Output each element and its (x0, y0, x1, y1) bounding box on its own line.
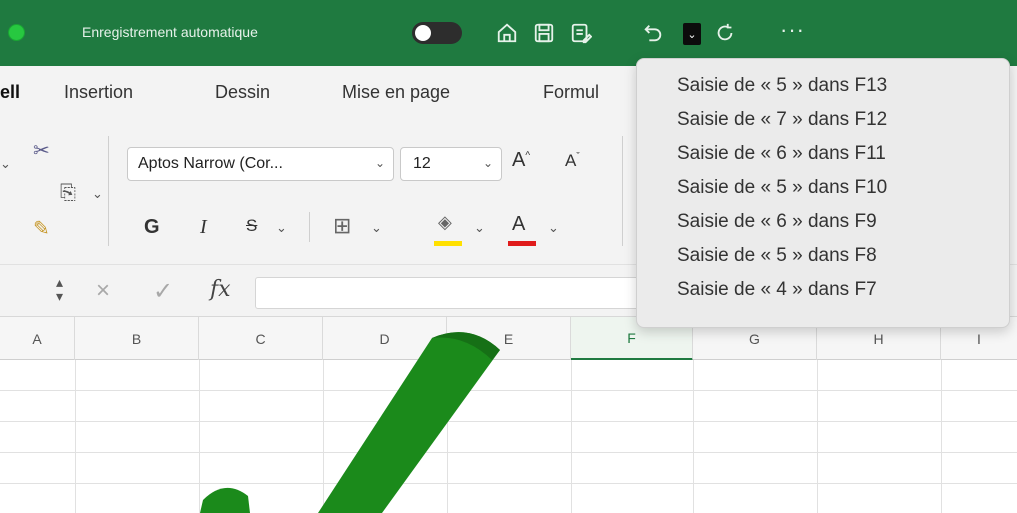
toggle-knob (415, 25, 431, 41)
undo-history-item[interactable]: Saisie de « 5 » dans F8 (677, 239, 1009, 273)
column-header-c[interactable]: C (199, 317, 323, 361)
undo-history-item[interactable]: Saisie de « 5 » dans F13 (677, 69, 1009, 103)
column-line (75, 360, 76, 513)
chevron-down-icon: ⌄ (374, 156, 385, 170)
italic-button[interactable]: I (200, 216, 207, 239)
undo-history-item[interactable]: Saisie de « 6 » dans F9 (677, 205, 1009, 239)
function-icon[interactable]: fx (210, 277, 231, 302)
home-icon[interactable] (494, 20, 520, 46)
chevron-down-icon[interactable]: ⌄ (276, 220, 287, 236)
window-zoom-button[interactable] (8, 24, 25, 41)
font-name-value: Aptos Narrow (Cor... (138, 155, 283, 172)
shrink-font-icon: A (565, 151, 577, 170)
bold-button[interactable]: G (144, 216, 160, 239)
column-line (941, 360, 942, 513)
tab-insertion[interactable]: Insertion (64, 82, 133, 103)
font-name-select[interactable]: Aptos Narrow (Cor... ⌄ (127, 147, 394, 181)
redo-icon[interactable] (712, 20, 738, 46)
font-color-swatch (508, 241, 536, 246)
shrink-font-button[interactable]: Aˇ (565, 151, 580, 171)
autosave-toggle[interactable] (412, 22, 462, 44)
save-as-icon[interactable] (568, 20, 594, 46)
column-line (571, 360, 572, 513)
row-line (0, 390, 1017, 391)
chevron-down-icon: ⌄ (482, 156, 493, 170)
strikethrough-button[interactable]: S (246, 216, 257, 236)
tab-dessin[interactable]: Dessin (215, 82, 270, 103)
cell-grid[interactable] (0, 360, 1017, 513)
chevron-down-icon[interactable]: ⌄ (548, 220, 559, 236)
column-line (817, 360, 818, 513)
more-icon[interactable]: ··· (780, 17, 805, 43)
undo-icon[interactable] (640, 20, 666, 46)
row-line (0, 483, 1017, 484)
undo-dropdown-icon[interactable]: ⌄ (683, 23, 701, 45)
column-header-b[interactable]: B (75, 317, 199, 361)
confirm-icon[interactable]: ✓ (153, 277, 173, 306)
tab-formules[interactable]: Formul (543, 82, 599, 103)
cancel-icon[interactable]: × (96, 277, 110, 305)
font-size-select[interactable]: 12 ⌄ (400, 147, 502, 181)
fill-color-swatch (434, 241, 462, 246)
ribbon-divider (622, 136, 623, 246)
autosave-label: Enregistrement automatique (82, 24, 258, 40)
font-size-value: 12 (413, 155, 431, 172)
undo-history-menu: Saisie de « 5 » dans F13 Saisie de « 7 »… (636, 58, 1010, 328)
tab-mise-en-page[interactable]: Mise en page (342, 82, 450, 103)
column-line (323, 360, 324, 513)
column-header-a[interactable]: A (0, 317, 75, 361)
row-line (0, 452, 1017, 453)
column-line (447, 360, 448, 513)
row-line (0, 421, 1017, 422)
name-box-stepper[interactable]: ▴ ▾ (56, 275, 63, 303)
ribbon-divider (108, 136, 109, 246)
ribbon-divider (309, 212, 310, 242)
format-painter-icon[interactable]: ✎ (33, 216, 50, 241)
undo-history-item[interactable]: Saisie de « 5 » dans F10 (677, 171, 1009, 205)
borders-icon[interactable]: ⊞ (333, 213, 351, 239)
copy-dropdown-icon[interactable]: ⌄ (92, 186, 103, 202)
column-header-d[interactable]: D (323, 317, 447, 361)
undo-history-item[interactable]: Saisie de « 6 » dans F11 (677, 137, 1009, 171)
tab-accueil[interactable]: ell (0, 82, 20, 103)
fill-color-icon[interactable]: ◈ (438, 212, 452, 233)
grow-font-button[interactable]: A^ (512, 149, 530, 172)
chevron-down-icon[interactable]: ⌄ (371, 220, 382, 236)
chevron-down-icon[interactable]: ⌄ (474, 220, 485, 236)
copy-icon[interactable]: ⎘ (60, 182, 76, 205)
font-color-icon[interactable]: A (512, 213, 525, 236)
grow-font-icon: A (512, 149, 526, 171)
column-header-e[interactable]: E (447, 317, 571, 361)
undo-history-item[interactable]: Saisie de « 7 » dans F12 (677, 103, 1009, 137)
cut-icon[interactable]: ✂ (33, 138, 50, 163)
paste-dropdown-icon[interactable]: ⌄ (0, 156, 11, 172)
undo-history-item[interactable]: Saisie de « 4 » dans F7 (677, 273, 1009, 307)
column-line (693, 360, 694, 513)
title-bar: Enregistrement automatique ⌄ ··· (0, 0, 1017, 66)
save-icon[interactable] (531, 20, 557, 46)
column-line (199, 360, 200, 513)
